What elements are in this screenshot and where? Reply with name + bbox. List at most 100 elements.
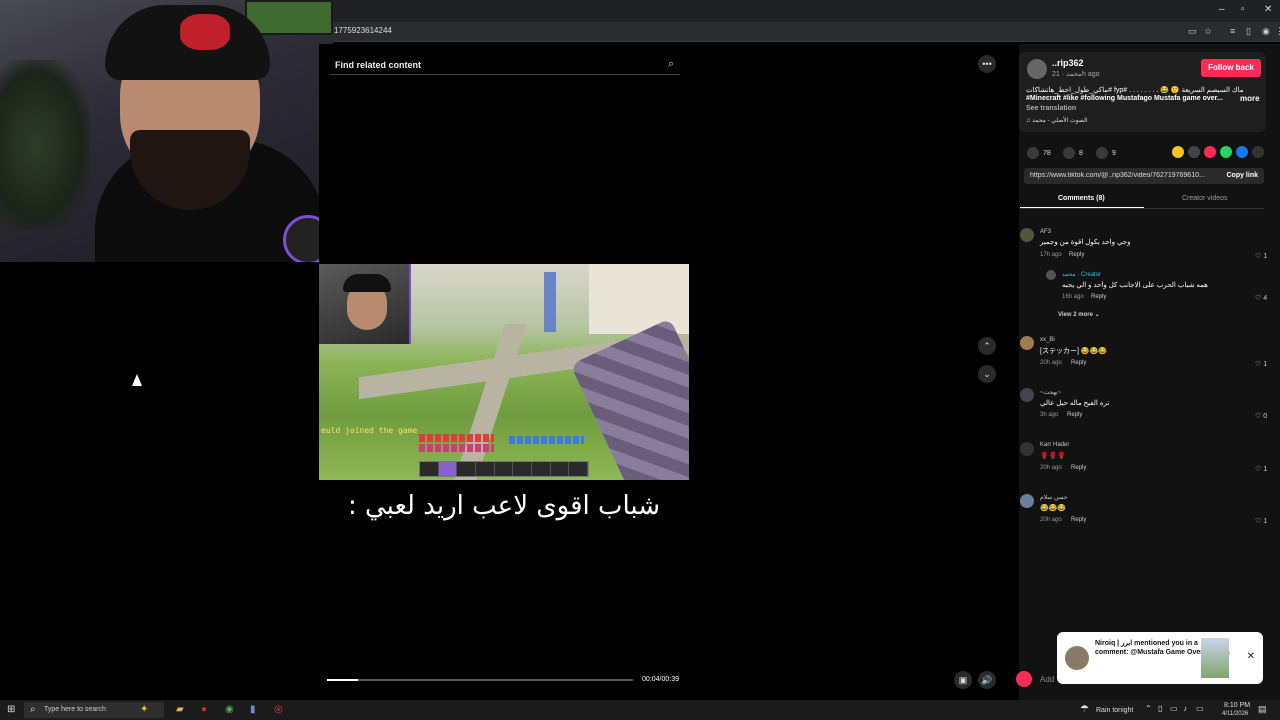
- chrome-icon[interactable]: ◉: [225, 704, 234, 715]
- app-icon[interactable]: ▮: [250, 704, 256, 715]
- mic-tray-icon[interactable]: ▯: [1158, 704, 1162, 713]
- search-icon[interactable]: ⌕: [668, 58, 674, 71]
- bookmark-star-icon[interactable]: ☆: [1204, 26, 1212, 37]
- comment-avatar[interactable]: [1020, 388, 1034, 402]
- tab-divider: [1020, 208, 1264, 209]
- volume-icon[interactable]: 🔊: [978, 671, 996, 689]
- add-comment-input[interactable]: Add: [1040, 675, 1054, 684]
- address-bar[interactable]: 1775923614244 ▭ ☆ ≡ ▯ ◉ ⋮: [330, 22, 1280, 42]
- weather-icon[interactable]: ☂: [1080, 704, 1089, 715]
- extensions-icon[interactable]: ≡: [1230, 26, 1235, 36]
- file-explorer-icon[interactable]: ▰: [176, 704, 184, 715]
- volume-tray-icon[interactable]: ♪: [1183, 704, 1187, 713]
- right-panel: [1019, 44, 1280, 700]
- weather-text[interactable]: Rain tonight: [1096, 707, 1133, 714]
- comment-action[interactable]: 8: [1063, 147, 1083, 159]
- close-notification-icon[interactable]: ✕: [1247, 651, 1255, 662]
- author-avatar[interactable]: [1027, 59, 1047, 79]
- close-window-icon[interactable]: ✕: [1264, 4, 1272, 15]
- absorption-bar: [419, 444, 494, 452]
- tray-chevron-icon[interactable]: ⌃: [1145, 704, 1152, 713]
- original-sound[interactable]: ♫ الصوت الأصلي - محمد: [1026, 117, 1088, 124]
- video-side-area: [689, 44, 1019, 700]
- comment-like-count[interactable]: ♡ 1: [1255, 517, 1267, 525]
- share-arrow-icon[interactable]: [1252, 146, 1264, 158]
- like-action[interactable]: 78: [1027, 147, 1051, 159]
- comment-author[interactable]: Karr Hader: [1040, 442, 1069, 448]
- view-more-replies[interactable]: View 2 more ⌄: [1058, 311, 1100, 318]
- reply-avatar[interactable]: [1046, 270, 1056, 280]
- reply-button[interactable]: Reply: [1071, 360, 1086, 366]
- comment-like-count[interactable]: ♡ 0: [1255, 412, 1267, 420]
- reply-author-creator[interactable]: محمد · Creator: [1062, 271, 1101, 278]
- comment-like-count[interactable]: ♡ 1: [1255, 360, 1267, 368]
- notifications-icon[interactable]: ▤: [1258, 704, 1267, 715]
- comment-avatar[interactable]: [1020, 442, 1034, 456]
- webcam-overlay: [0, 0, 333, 262]
- left-empty-area: [0, 262, 319, 700]
- comment-author[interactable]: xx_Bi: [1040, 337, 1055, 343]
- obs-icon[interactable]: ◎: [274, 704, 283, 715]
- author-subtitle: محمد · 21h ago: [1052, 71, 1100, 78]
- cast-icon[interactable]: ▭: [1188, 26, 1197, 37]
- follow-back-button[interactable]: Follow back: [1201, 59, 1261, 77]
- tab-creator-videos[interactable]: Creator videos: [1182, 195, 1228, 202]
- network-icon[interactable]: ▭: [1170, 704, 1178, 713]
- video-progress-bar[interactable]: [327, 679, 633, 681]
- chevron-up-icon[interactable]: ⌃: [978, 337, 996, 355]
- maximize-icon[interactable]: ▫: [1241, 4, 1245, 15]
- chevron-down-icon[interactable]: ⌄: [978, 365, 996, 383]
- comment-author[interactable]: AF3: [1040, 229, 1051, 235]
- taskbar-search-placeholder: Type here to search: [44, 706, 106, 713]
- author-name[interactable]: ..rip362: [1052, 58, 1084, 68]
- comment-avatar[interactable]: [1020, 494, 1034, 508]
- profile-icon[interactable]: ◉: [1262, 26, 1270, 37]
- see-translation-link[interactable]: See translation: [1026, 105, 1076, 112]
- embed-icon[interactable]: [1188, 146, 1200, 158]
- comment-time: 20h ago: [1040, 465, 1062, 471]
- more-link[interactable]: more: [1240, 94, 1260, 103]
- comment-avatar[interactable]: [1020, 228, 1034, 242]
- comment-icon: [1063, 147, 1075, 159]
- comment-like-count[interactable]: ♡ 4: [1255, 294, 1267, 302]
- save-action[interactable]: 9: [1096, 147, 1116, 159]
- like-count: 78: [1043, 149, 1051, 157]
- emoji-share-icon[interactable]: [1172, 146, 1184, 158]
- comment-like-count[interactable]: ♡ 1: [1255, 465, 1267, 473]
- reply-button[interactable]: Reply: [1069, 252, 1084, 258]
- pip-icon[interactable]: ▣: [954, 671, 972, 689]
- mouse-cursor-icon: [132, 374, 142, 386]
- reply-button[interactable]: Reply: [1071, 517, 1086, 523]
- comment-text: 🌹🌹🌹: [1040, 453, 1067, 460]
- comment-author[interactable]: ~بهجت~: [1040, 389, 1061, 396]
- progress-fill: [327, 679, 358, 681]
- comment-avatar[interactable]: [1020, 336, 1034, 350]
- whatsapp-icon[interactable]: [1220, 146, 1232, 158]
- minimize-icon[interactable]: –: [1219, 4, 1225, 15]
- reply-button[interactable]: Reply: [1067, 412, 1082, 418]
- comment-time: 20h ago: [1040, 360, 1062, 366]
- language-icon[interactable]: ▭: [1196, 704, 1204, 713]
- game-controller-icon[interactable]: [1016, 671, 1032, 687]
- reply-button[interactable]: Reply: [1091, 294, 1106, 300]
- windows-start-icon[interactable]: ⊞: [7, 704, 15, 715]
- clock-time[interactable]: 8:10 PM: [1224, 702, 1250, 709]
- menu-kebab-icon[interactable]: ⋮: [1275, 26, 1280, 37]
- sidepanel-icon[interactable]: ▯: [1246, 26, 1251, 37]
- reply-button[interactable]: Reply: [1071, 465, 1086, 471]
- send-icon[interactable]: [1204, 146, 1216, 158]
- copilot-icon[interactable]: ✦: [140, 704, 148, 715]
- copy-link-button[interactable]: Copy link: [1226, 172, 1258, 179]
- mention-notification[interactable]: Niroiq | ابرر mentioned you in a comment…: [1057, 632, 1263, 684]
- facebook-icon[interactable]: [1236, 146, 1248, 158]
- comment-count: 8: [1079, 149, 1083, 157]
- tab-comments[interactable]: Comments (8): [1058, 195, 1105, 202]
- opera-icon[interactable]: ●: [201, 704, 207, 715]
- comment-text: 😂😂😂: [1040, 505, 1067, 512]
- comment-author[interactable]: حسن سلام: [1040, 494, 1068, 501]
- comment-like-count[interactable]: ♡ 1: [1255, 252, 1267, 260]
- more-options-icon[interactable]: •••: [978, 55, 996, 73]
- clock-date[interactable]: 4/11/2026: [1222, 711, 1248, 717]
- related-search-box[interactable]: Find related content ⌕: [330, 55, 680, 75]
- notification-avatar: [1065, 646, 1089, 670]
